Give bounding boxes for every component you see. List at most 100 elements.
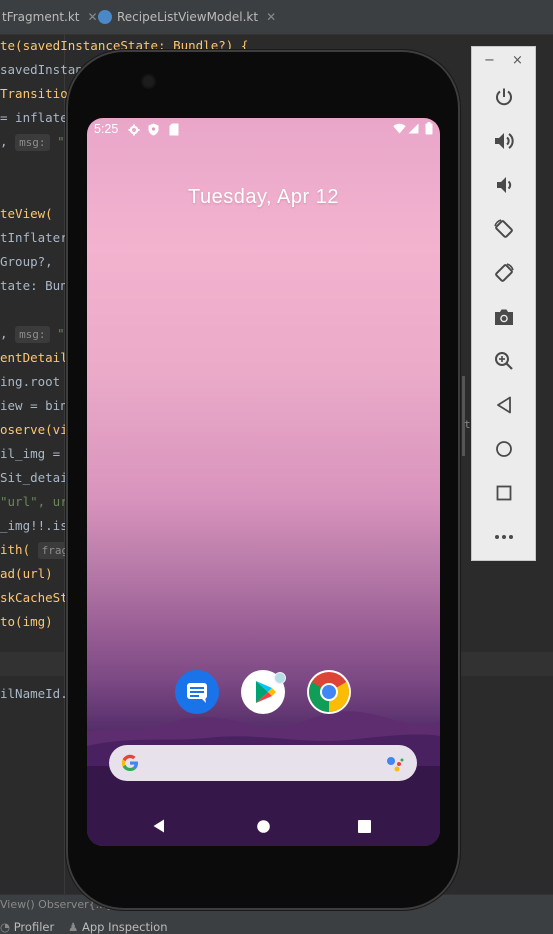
code-line: , msg: " [0, 322, 65, 346]
code-line: tInflater, [0, 226, 75, 250]
back-button[interactable] [472, 383, 535, 427]
code-line: entDetails [0, 346, 75, 370]
code-line: il_img = i [0, 442, 75, 466]
chrome-app-icon[interactable] [307, 670, 351, 714]
more-dots-icon [494, 535, 513, 539]
code-line: skCacheStr [0, 586, 75, 610]
close-icon[interactable]: ✕ [88, 10, 98, 24]
lockscreen-date: Tuesday, Apr 12 [188, 186, 339, 208]
cell-signal-icon [408, 123, 419, 134]
app-inspection-label: App Inspection [81, 920, 168, 934]
code-line: = inflater [0, 106, 75, 130]
code-text: tInflater, [0, 230, 76, 245]
app-inspection-icon: ♟ [68, 920, 79, 934]
code-text: = inflater [0, 110, 76, 125]
profiler-icon: ◔ [0, 920, 11, 934]
code-text: iew = bind [0, 398, 76, 413]
code-text: ilNameId. [0, 686, 68, 701]
zoom-in-icon [494, 352, 513, 370]
rotate-left-button[interactable] [472, 207, 535, 251]
code-line: "url", url [0, 490, 75, 514]
profiler-tool-button[interactable]: ◔ Profiler [0, 920, 54, 934]
code-line: oserve(vie [0, 418, 75, 442]
tab-label: tFragment.kt [2, 10, 80, 24]
power-icon [495, 88, 512, 106]
tab-fragment[interactable]: tFragment.kt ✕ [2, 0, 98, 34]
camera-icon [494, 309, 513, 325]
code-text: teView( [0, 206, 53, 221]
tab-label: RecipeListViewModel.kt [117, 10, 259, 24]
google-search-bar[interactable] [109, 745, 417, 781]
parameter-hint: msg: [15, 134, 50, 151]
nav-overview-icon[interactable] [358, 820, 371, 833]
code-text: , [0, 134, 8, 149]
profiler-label: Profiler [13, 920, 55, 934]
code-text: Group?, [0, 254, 53, 269]
code-text: Sit_detail [0, 470, 76, 485]
code-line: ing.root [0, 370, 60, 394]
code-line: teView( [0, 202, 53, 226]
code-text: , [0, 326, 8, 341]
shield-icon [148, 123, 159, 136]
sd-card-icon [169, 123, 179, 136]
battery-icon [425, 122, 433, 135]
status-bar: 5:25 [87, 118, 440, 142]
zoom-button[interactable] [472, 339, 535, 383]
message-bubble-icon [187, 683, 207, 703]
tab-recipe-list-viewmodel[interactable]: RecipeListViewModel.kt ✕ [98, 0, 276, 34]
code-line: to(img) [0, 610, 53, 634]
settings-icon [128, 124, 140, 136]
rotate-left-icon [493, 219, 513, 238]
nav-home-icon[interactable] [257, 820, 270, 833]
editor-tab-bar: tFragment.kt ✕ RecipeListViewModel.kt ✕ [0, 0, 553, 35]
messages-app-icon[interactable] [175, 670, 219, 714]
code-text: skCacheStr [0, 590, 76, 605]
overview-button[interactable] [472, 471, 535, 515]
code-text: _img!!.is [0, 518, 68, 533]
screenshot-button[interactable] [472, 295, 535, 339]
right-gutter-marker: t [464, 418, 471, 431]
nav-back-icon[interactable] [153, 819, 165, 833]
chrome-logo-icon [309, 672, 349, 712]
back-triangle-icon [496, 396, 511, 414]
volume-down-button[interactable] [472, 163, 535, 207]
overview-square-icon [496, 485, 511, 501]
power-button[interactable] [472, 75, 535, 119]
code-line: iew = bind [0, 394, 75, 418]
code-line: Sit_detail [0, 466, 75, 490]
volume-up-button[interactable] [472, 119, 535, 163]
status-time: 5:25 [94, 122, 119, 136]
code-text: ith( [0, 542, 31, 557]
notification-dot [274, 672, 286, 684]
emulator-toolbar: − × [471, 46, 536, 561]
app-inspection-tool-button[interactable]: ♟ App Inspection [68, 920, 168, 934]
volume-down-icon [496, 177, 511, 193]
google-assistant-icon[interactable] [385, 754, 407, 774]
close-icon[interactable]: ✕ [266, 10, 276, 24]
device-screen[interactable]: 5:25 Tuesday, Apr 12 [87, 118, 440, 846]
code-text: entDetails [0, 350, 76, 365]
code-text: oserve(vie [0, 422, 76, 437]
home-button[interactable] [472, 427, 535, 471]
front-camera [143, 76, 154, 87]
more-button[interactable] [472, 515, 535, 559]
code-line: ilNameId. [0, 682, 68, 706]
parameter-hint: msg: [15, 326, 50, 343]
close-button[interactable]: × [512, 53, 523, 68]
code-text: ad(url) [0, 566, 53, 581]
android-nav-bar [87, 808, 440, 846]
code-line: _img!!.is [0, 514, 68, 538]
code-line: Transition [0, 82, 75, 106]
code-string: " [57, 326, 65, 341]
volume-up-icon [494, 133, 514, 149]
rotate-right-icon [494, 263, 514, 282]
minimize-button[interactable]: − [484, 53, 495, 68]
code-text: ing.root [0, 374, 61, 389]
editor-scrollbar[interactable] [462, 376, 465, 456]
code-string: " [57, 134, 65, 149]
code-text: il_img = i [0, 446, 76, 461]
code-line: , msg: " [0, 130, 65, 154]
kotlin-file-icon [98, 9, 112, 24]
rotate-right-button[interactable] [472, 251, 535, 295]
code-line: ad(url) [0, 562, 53, 586]
